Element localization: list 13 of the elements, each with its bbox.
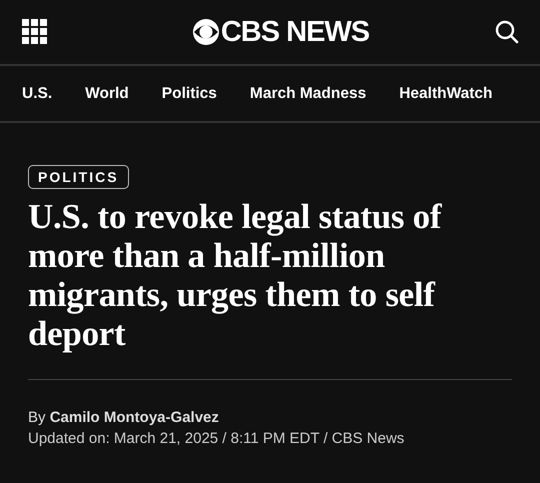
nav-link[interactable]: World	[85, 84, 129, 102]
headline: U.S. to revoke legal status of more than a half-million migrants, urges them to self deport	[28, 197, 443, 353]
nav-link[interactable]: Politics	[162, 84, 217, 102]
eye-logo-icon	[192, 18, 220, 46]
search-icon[interactable]	[494, 20, 519, 44]
nav-link[interactable]: March Madness	[250, 84, 366, 102]
nav-link[interactable]: HealthWatch	[399, 84, 493, 102]
byline: By Camilo Montoya-Galvez	[28, 409, 220, 426]
site-logo[interactable]: CBS NEWS	[220, 16, 370, 48]
nav-link[interactable]: U.S.	[22, 84, 52, 102]
menu-grid-icon[interactable]	[22, 19, 48, 45]
section-tag[interactable]: POLITICS	[28, 165, 129, 189]
update-date: Updated on: March 21, 2025 / 8:11 PM EDT / CBS News	[28, 430, 406, 447]
